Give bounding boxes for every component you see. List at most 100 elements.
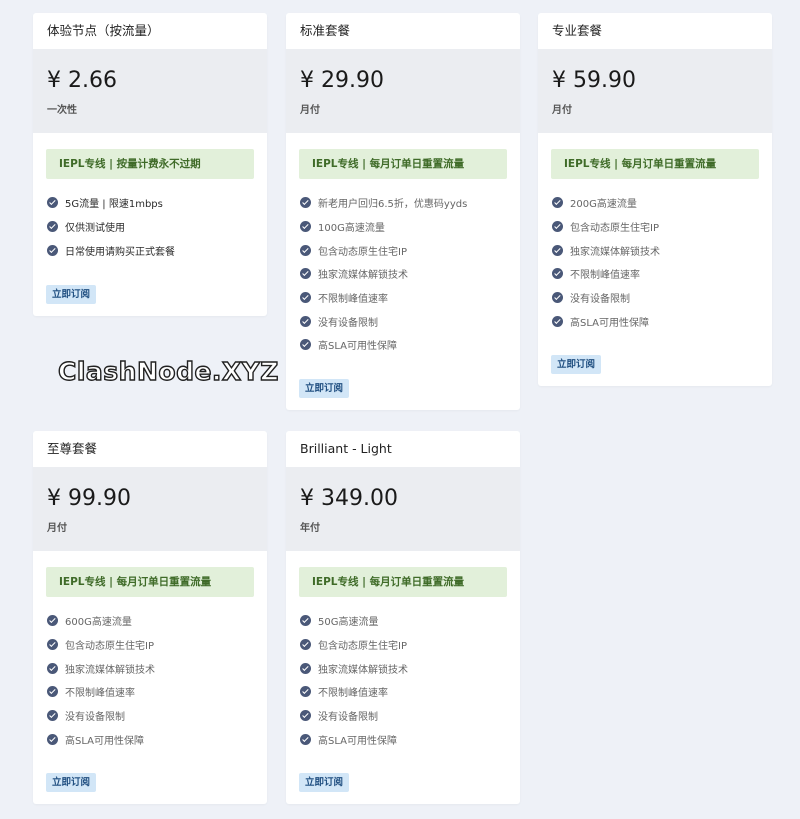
check-circle-icon bbox=[300, 292, 311, 304]
check-circle-icon bbox=[47, 710, 58, 722]
plan-period: 月付 bbox=[300, 105, 320, 116]
plan-badge: IEPL专线 | 每月订单日重置流量 bbox=[299, 567, 507, 597]
price-block: ¥ 2.66 一次性 bbox=[33, 49, 267, 133]
feature-text: 没有设备限制 bbox=[318, 317, 378, 329]
feature-item: 50G高速流量 bbox=[300, 609, 506, 633]
subscribe-button[interactable]: 立即订阅 bbox=[299, 773, 350, 792]
plan-period: 年付 bbox=[300, 523, 320, 534]
plan-badge: IEPL专线 | 每月订单日重置流量 bbox=[551, 149, 759, 179]
plan-period: 月付 bbox=[47, 523, 67, 534]
plan-badge: IEPL专线 | 按量计费永不过期 bbox=[46, 149, 254, 179]
plan-price: ¥ 59.90 bbox=[552, 68, 636, 93]
feature-text: 不限制峰值速率 bbox=[570, 270, 640, 282]
feature-text: 高SLA可用性保障 bbox=[318, 735, 397, 747]
check-circle-icon bbox=[552, 292, 563, 304]
plan-card-standard: 标准套餐 ¥ 29.90 月付 IEPL专线 | 每月订单日重置流量 新老用户回… bbox=[286, 13, 520, 410]
plan-title: 专业套餐 bbox=[552, 23, 603, 38]
feature-text: 没有设备限制 bbox=[318, 712, 378, 724]
check-circle-icon bbox=[300, 733, 311, 745]
check-circle-icon bbox=[47, 244, 58, 256]
feature-item: 没有设备限制 bbox=[300, 309, 506, 333]
plan-price: ¥ 29.90 bbox=[300, 68, 384, 93]
feature-item: 不限制峰值速率 bbox=[552, 262, 758, 286]
plan-card-trial: 体验节点（按流量） ¥ 2.66 一次性 IEPL专线 | 按量计费永不过期 5… bbox=[33, 13, 267, 316]
plan-card-brilliant-light: Brilliant - Light ¥ 349.00 年付 IEPL专线 | 每… bbox=[286, 431, 520, 804]
feature-text: 高SLA可用性保障 bbox=[570, 317, 649, 329]
feature-item: 高SLA可用性保障 bbox=[552, 309, 758, 333]
feature-list: 200G高速流量 包含动态原生住宅IP 独家流媒体解锁技术 不限制峰值速率 没有… bbox=[538, 191, 772, 333]
feature-item: 没有设备限制 bbox=[300, 704, 506, 728]
plan-title: Brilliant - Light bbox=[300, 441, 392, 456]
feature-list: 600G高速流量 包含动态原生住宅IP 独家流媒体解锁技术 不限制峰值速率 没有… bbox=[33, 609, 267, 751]
feature-item: 不限制峰值速率 bbox=[300, 286, 506, 310]
subscribe-button[interactable]: 立即订阅 bbox=[46, 773, 97, 792]
check-circle-icon bbox=[300, 639, 311, 651]
feature-text: 不限制峰值速率 bbox=[65, 688, 135, 700]
feature-text: 不限制峰值速率 bbox=[318, 294, 388, 306]
check-circle-icon bbox=[300, 662, 311, 674]
feature-text: 独家流媒体解锁技术 bbox=[570, 246, 660, 258]
feature-text: 包含动态原生住宅IP bbox=[318, 246, 407, 258]
check-circle-icon bbox=[47, 197, 58, 209]
feature-item: 新老用户回归6.5折，优惠码yyds bbox=[300, 191, 506, 215]
feature-text: 高SLA可用性保障 bbox=[65, 735, 144, 747]
subscribe-button[interactable]: 立即订阅 bbox=[46, 285, 97, 304]
feature-item: 独家流媒体解锁技术 bbox=[300, 656, 506, 680]
feature-item: 不限制峰值速率 bbox=[300, 680, 506, 704]
check-circle-icon bbox=[300, 315, 311, 327]
feature-list: 新老用户回归6.5折，优惠码yyds 100G高速流量 包含动态原生住宅IP 独… bbox=[286, 191, 520, 357]
check-circle-icon bbox=[300, 686, 311, 698]
feature-item: 100G高速流量 bbox=[300, 215, 506, 239]
check-circle-icon bbox=[300, 197, 311, 209]
feature-item: 独家流媒体解锁技术 bbox=[47, 656, 253, 680]
check-circle-icon bbox=[300, 710, 311, 722]
check-circle-icon bbox=[552, 221, 563, 233]
price-block: ¥ 349.00 年付 bbox=[286, 467, 520, 551]
check-circle-icon bbox=[300, 221, 311, 233]
feature-item: 包含动态原生住宅IP bbox=[300, 633, 506, 657]
feature-item: 没有设备限制 bbox=[552, 286, 758, 310]
feature-text: 独家流媒体解锁技术 bbox=[318, 664, 408, 676]
feature-list: 50G高速流量 包含动态原生住宅IP 独家流媒体解锁技术 不限制峰值速率 没有设… bbox=[286, 609, 520, 751]
feature-item: 5G流量 | 限速1mbps bbox=[47, 191, 253, 215]
plan-badge: IEPL专线 | 每月订单日重置流量 bbox=[299, 149, 507, 179]
feature-text: 仅供测试使用 bbox=[65, 223, 125, 235]
check-circle-icon bbox=[552, 268, 563, 280]
feature-item: 不限制峰值速率 bbox=[47, 680, 253, 704]
feature-text: 包含动态原生住宅IP bbox=[570, 223, 659, 235]
feature-text: 独家流媒体解锁技术 bbox=[318, 270, 408, 282]
subscribe-button[interactable]: 立即订阅 bbox=[299, 379, 350, 398]
feature-text: 包含动态原生住宅IP bbox=[65, 641, 154, 653]
check-circle-icon bbox=[300, 244, 311, 256]
check-circle-icon bbox=[47, 662, 58, 674]
feature-item: 包含动态原生住宅IP bbox=[300, 238, 506, 262]
plan-card-supreme: 至尊套餐 ¥ 99.90 月付 IEPL专线 | 每月订单日重置流量 600G高… bbox=[33, 431, 267, 804]
feature-text: 独家流媒体解锁技术 bbox=[65, 664, 155, 676]
feature-text: 50G高速流量 bbox=[318, 617, 379, 629]
feature-item: 日常使用请购买正式套餐 bbox=[47, 238, 253, 262]
feature-item: 高SLA可用性保障 bbox=[47, 727, 253, 751]
feature-text: 不限制峰值速率 bbox=[318, 688, 388, 700]
feature-text: 200G高速流量 bbox=[570, 199, 637, 211]
feature-text: 600G高速流量 bbox=[65, 617, 132, 629]
check-circle-icon bbox=[552, 244, 563, 256]
feature-text: 5G流量 | 限速1mbps bbox=[65, 199, 163, 211]
plan-price: ¥ 99.90 bbox=[47, 486, 131, 511]
feature-text: 高SLA可用性保障 bbox=[318, 341, 397, 353]
feature-item: 包含动态原生住宅IP bbox=[552, 215, 758, 239]
feature-text: 日常使用请购买正式套餐 bbox=[65, 246, 175, 258]
check-circle-icon bbox=[47, 686, 58, 698]
feature-text: 没有设备限制 bbox=[65, 712, 125, 724]
feature-text: 新老用户回归6.5折，优惠码yyds bbox=[318, 199, 468, 211]
feature-item: 没有设备限制 bbox=[47, 704, 253, 728]
check-circle-icon bbox=[552, 315, 563, 327]
check-circle-icon bbox=[47, 639, 58, 651]
check-circle-icon bbox=[47, 615, 58, 627]
watermark-text: ClashNode.XYZ bbox=[57, 356, 279, 386]
plan-period: 一次性 bbox=[47, 105, 77, 116]
plan-period: 月付 bbox=[552, 105, 572, 116]
plan-price: ¥ 2.66 bbox=[47, 68, 117, 93]
plan-title: 体验节点（按流量） bbox=[47, 23, 160, 38]
subscribe-button[interactable]: 立即订阅 bbox=[551, 355, 602, 374]
plan-badge: IEPL专线 | 每月订单日重置流量 bbox=[46, 567, 254, 597]
